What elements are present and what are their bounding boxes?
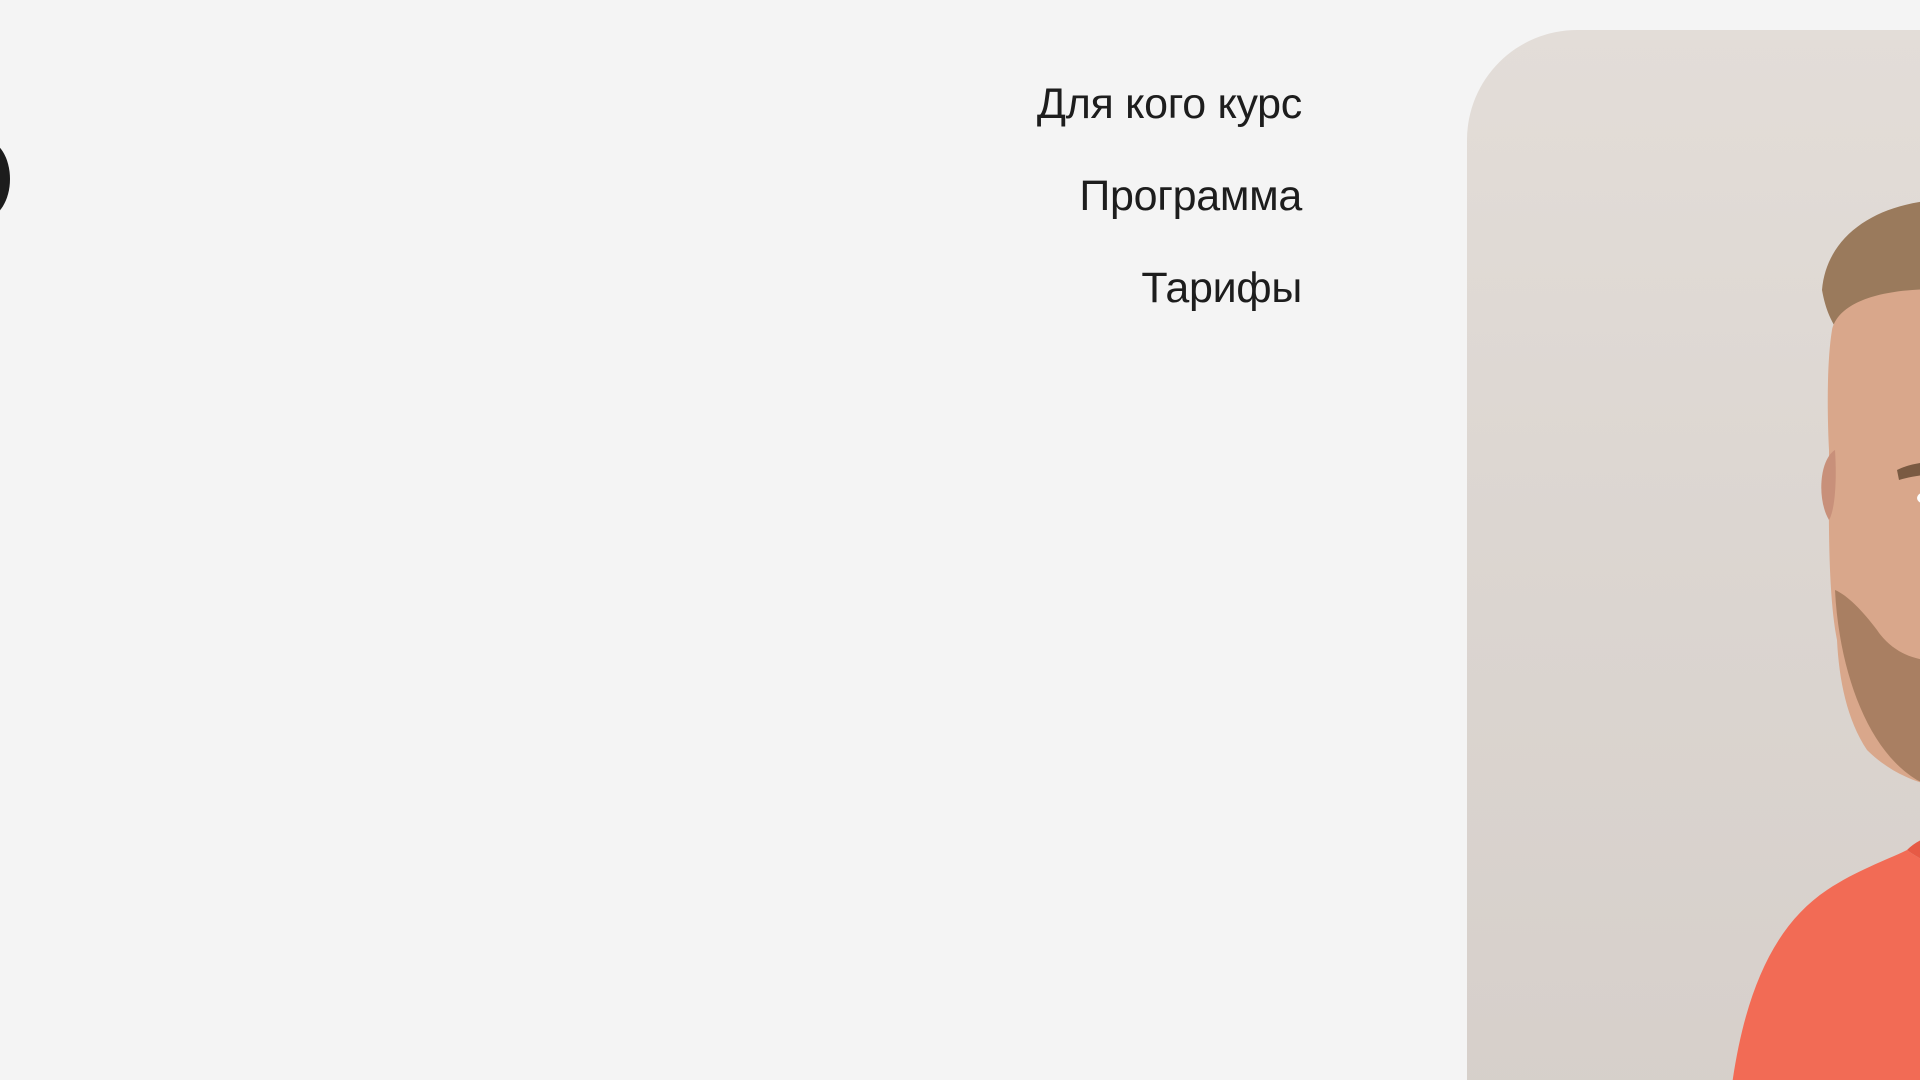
main-navigation: Для кого курс Программа Тарифы	[1037, 78, 1302, 314]
nav-link-pricing[interactable]: Тарифы	[1141, 262, 1302, 314]
nav-link-program[interactable]: Программа	[1079, 170, 1302, 222]
nav-link-audience[interactable]: Для кого курс	[1037, 78, 1302, 130]
logo-fragment[interactable]	[0, 140, 10, 218]
landing-page: Для кого курс Программа Тарифы	[0, 0, 1920, 1080]
instructor-portrait-illustration	[1732, 201, 1920, 1080]
instructor-photo	[1467, 30, 1920, 1080]
